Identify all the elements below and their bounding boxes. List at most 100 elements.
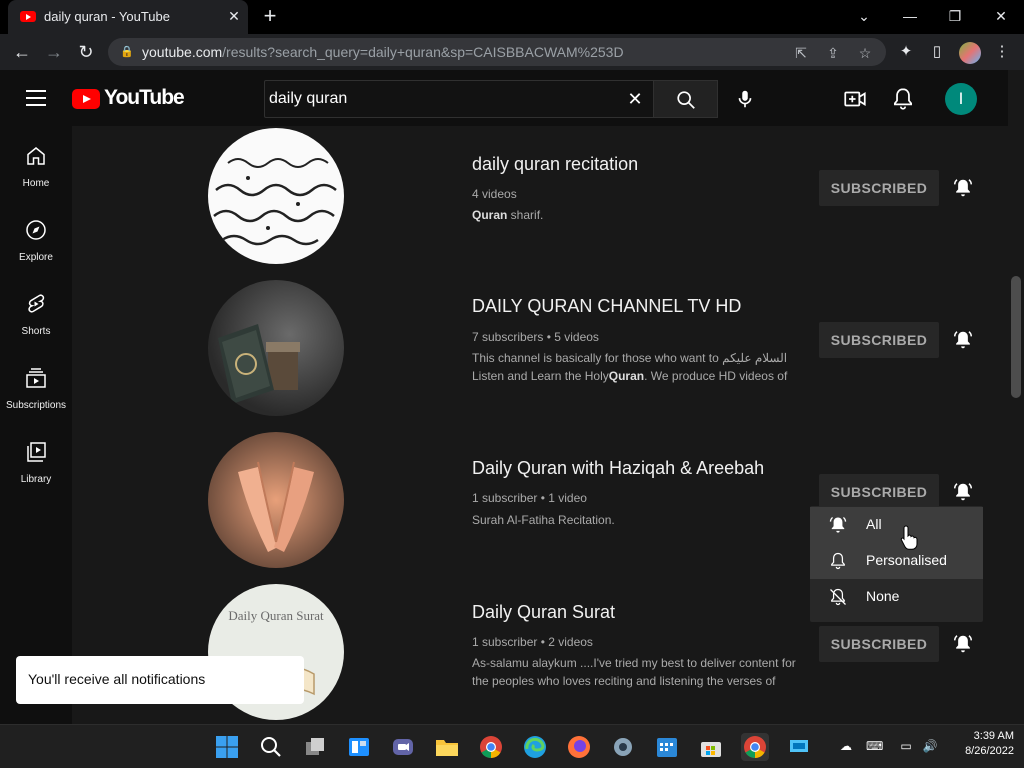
store-icon[interactable]	[697, 733, 725, 761]
channel-title[interactable]: daily quran recitation	[472, 154, 638, 175]
file-explorer-icon[interactable]	[433, 733, 461, 761]
sidebar-item-label: Explore	[19, 252, 53, 263]
notification-bell-ringing-icon[interactable]	[952, 329, 974, 351]
teams-chat-icon[interactable]	[389, 733, 417, 761]
firefox-icon[interactable]	[565, 733, 593, 761]
reload-icon[interactable]: ↻	[74, 40, 98, 64]
sidebar-item-shorts[interactable]: Shorts	[0, 274, 72, 348]
browser-toolbar: ← → ↻ 🔒 youtube.com/results?search_query…	[0, 34, 1024, 70]
browser-tab[interactable]: daily quran - YouTube ✕	[8, 0, 248, 34]
sidebar-item-home[interactable]: Home	[0, 126, 72, 200]
search-box: ✕	[264, 80, 654, 118]
bookmark-star-icon[interactable]: ☆	[856, 44, 874, 62]
search-input[interactable]	[269, 81, 619, 117]
clock-date: 8/26/2022	[965, 745, 1014, 757]
minimize-button[interactable]: —	[896, 4, 924, 28]
channel-title[interactable]: DAILY QURAN CHANNEL TV HD	[472, 296, 741, 317]
share-icon[interactable]: ⇪	[824, 44, 842, 62]
channel-avatar[interactable]	[208, 280, 344, 416]
notification-bell-ringing-icon[interactable]	[952, 633, 974, 655]
calendar-icon[interactable]	[653, 733, 681, 761]
menu-item-all[interactable]: All	[810, 507, 983, 543]
channel-avatar[interactable]	[208, 128, 344, 264]
task-view-icon[interactable]	[301, 733, 329, 761]
taskbar-search-icon[interactable]	[257, 733, 285, 761]
channel-meta: 4 videos	[472, 187, 517, 201]
sidebar: Home Explore Shorts Subscriptions Librar…	[0, 126, 72, 724]
menu-item-none[interactable]: None	[810, 579, 983, 615]
youtube-header: YouTube ✕ I	[0, 70, 1008, 126]
notifications-bell-icon[interactable]	[890, 86, 916, 112]
description-line: Listen and Learn the HolyQuran. We produ…	[472, 369, 788, 383]
notification-bell-ringing-icon[interactable]	[952, 177, 974, 199]
hand-cursor-icon	[900, 525, 918, 550]
url-text[interactable]: youtube.com/results?search_query=daily+q…	[142, 44, 624, 60]
menu-item-personalised[interactable]: Personalised	[810, 543, 983, 579]
youtube-logo-text[interactable]: YouTube	[104, 86, 185, 110]
channel-description: Surah Al-Fatiha Recitation.	[472, 513, 615, 527]
bell-ringing-icon	[829, 516, 847, 533]
sidebar-item-explore[interactable]: Explore	[0, 200, 72, 274]
menu-item-label: All	[866, 516, 882, 532]
edge-icon[interactable]	[521, 733, 549, 761]
browser-tab-strip: daily quran - YouTube ✕ + ⌄ — ❐ ✕	[0, 0, 1024, 34]
home-icon	[27, 147, 45, 165]
subscribed-button[interactable]: SUBSCRIBED	[819, 626, 939, 662]
clear-search-icon[interactable]: ✕	[625, 89, 645, 109]
restore-button[interactable]: ❐	[941, 4, 969, 28]
menu-item-label: Personalised	[866, 552, 947, 568]
voice-search-button[interactable]	[728, 82, 762, 116]
profile-avatar[interactable]	[959, 42, 981, 64]
channel-title[interactable]: Daily Quran Surat	[472, 602, 615, 623]
account-avatar[interactable]: I	[945, 83, 977, 115]
notification-settings-menu: All Personalised None	[810, 506, 983, 622]
back-icon[interactable]: ←	[10, 40, 34, 64]
sidebar-item-subscriptions[interactable]: Subscriptions	[0, 348, 72, 422]
description-line: This channel is basically for those who …	[472, 351, 788, 365]
chrome-icon[interactable]	[477, 733, 505, 761]
youtube-favicon-icon	[20, 11, 36, 22]
chrome-active-icon[interactable]	[741, 733, 769, 761]
address-bar[interactable]: 🔒 youtube.com/results?search_query=daily…	[108, 38, 886, 66]
new-tab-button[interactable]: +	[258, 5, 282, 29]
tab-search-chevron-icon[interactable]: ⌄	[850, 4, 878, 28]
clock[interactable]: 3:39 AM 8/26/2022	[954, 729, 1014, 759]
menu-icon[interactable]	[26, 90, 46, 106]
subscribed-button[interactable]: SUBSCRIBED	[819, 474, 939, 510]
subscribed-button[interactable]: SUBSCRIBED	[819, 170, 939, 206]
channel-meta: 7 subscribers • 5 videos	[472, 330, 599, 344]
channel-title[interactable]: Daily Quran with Haziqah & Areebah	[472, 458, 764, 479]
create-video-icon[interactable]	[842, 86, 868, 112]
onedrive-icon[interactable]: ☁	[838, 738, 854, 754]
channel-avatar[interactable]	[208, 432, 344, 568]
widgets-icon[interactable]	[345, 733, 373, 761]
open-in-app-icon[interactable]: ⇱	[792, 44, 810, 62]
keyboard-icon[interactable]: ⌨	[866, 738, 883, 754]
channel-description: This channel is basically for those who …	[472, 349, 802, 385]
sidebar-item-library[interactable]: Library	[0, 422, 72, 496]
remote-desktop-icon[interactable]	[785, 733, 813, 761]
sidebar-item-label: Library	[20, 474, 52, 485]
subscribed-button[interactable]: SUBSCRIBED	[819, 322, 939, 358]
extensions-icon[interactable]: ✦	[896, 42, 916, 62]
description-line: the peoples who loves reciting and liste…	[472, 674, 776, 688]
network-icon[interactable]: ▭	[898, 738, 914, 754]
library-icon	[27, 442, 46, 462]
channel-result: DAILY QURAN CHANNEL TV HD 7 subscribers …	[72, 278, 1008, 428]
side-panel-icon[interactable]: ▯	[927, 42, 947, 62]
toast-message: You'll receive all notifications	[28, 671, 206, 687]
youtube-logo-icon[interactable]	[72, 89, 100, 109]
close-window-button[interactable]: ✕	[987, 4, 1015, 28]
scrollbar-thumb[interactable]	[1011, 276, 1021, 398]
forward-icon[interactable]: →	[42, 40, 66, 64]
search-button[interactable]	[654, 80, 718, 118]
windows-start-icon[interactable]	[213, 733, 241, 761]
lock-icon[interactable]: 🔒	[120, 45, 134, 58]
settings-icon[interactable]	[609, 733, 637, 761]
channel-description: Quran sharif.	[472, 208, 544, 222]
volume-icon[interactable]: 🔊	[922, 738, 938, 754]
chrome-menu-icon[interactable]: ⋮	[992, 42, 1012, 62]
tab-close-icon[interactable]: ✕	[224, 6, 244, 26]
bell-off-icon	[830, 588, 846, 606]
notification-bell-ringing-icon[interactable]	[952, 481, 974, 503]
